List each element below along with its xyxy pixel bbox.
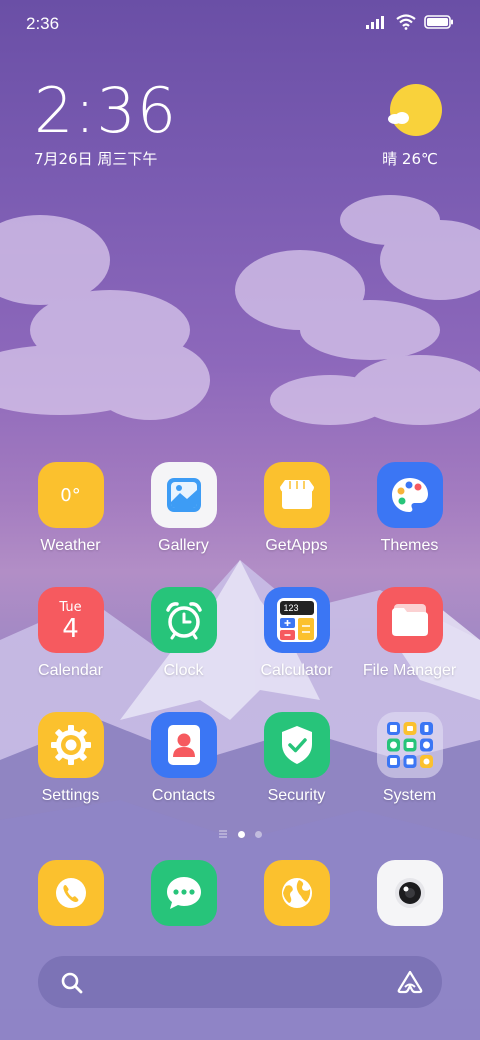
app-calendar[interactable]: Tue 4 Calendar <box>14 587 127 680</box>
app-label: Calendar <box>38 662 103 679</box>
globe-icon <box>263 860 330 926</box>
gear-icon <box>37 712 104 778</box>
status-icons <box>366 14 454 30</box>
assistant-icon[interactable] <box>396 970 424 994</box>
app-label: GetApps <box>265 537 328 554</box>
signal-icon <box>366 16 384 29</box>
status-bar: 2:36 <box>0 0 480 50</box>
dock-browser[interactable] <box>240 860 353 926</box>
store-icon <box>263 462 330 528</box>
gallery-icon <box>150 462 217 528</box>
search-icon <box>61 972 83 994</box>
search-bar[interactable] <box>38 956 442 1008</box>
camera-icon <box>376 860 443 926</box>
app-getapps[interactable]: GetApps <box>240 462 353 555</box>
status-time: 2:36 <box>26 14 60 33</box>
app-drawer-icon <box>219 830 227 838</box>
wifi-icon <box>396 14 416 30</box>
shield-icon <box>263 712 330 778</box>
page-dot-active <box>238 830 245 838</box>
dock-phone[interactable] <box>14 860 127 926</box>
phone-icon <box>37 860 104 926</box>
folder-icon <box>376 587 443 653</box>
chat-bubble-icon <box>150 860 217 926</box>
app-label: Contacts <box>151 787 216 804</box>
folder-preview-icon <box>376 712 443 778</box>
app-label: Calculator <box>260 662 333 679</box>
calculator-icon: 123 <box>263 587 330 653</box>
app-label: Themes <box>380 537 439 554</box>
app-security[interactable]: Security <box>240 712 353 805</box>
app-label: Weather <box>40 537 101 554</box>
weather-widget[interactable]: 晴 26℃ <box>382 84 444 169</box>
app-label: Security <box>267 787 326 804</box>
calculator-display: 123 <box>279 601 314 615</box>
widget-date: 7月26日 周三下午 <box>34 150 158 168</box>
sunny-icon <box>388 84 442 136</box>
weather-app-icon: 0° <box>37 462 104 528</box>
app-label: Gallery <box>158 537 209 554</box>
app-label: System <box>382 787 437 804</box>
app-settings[interactable]: Settings <box>14 712 127 805</box>
calendar-date: 4 <box>62 613 79 644</box>
dock-camera[interactable] <box>353 860 466 926</box>
contact-card-icon <box>150 712 217 778</box>
app-label: Clock <box>163 662 204 679</box>
cloud-icon <box>388 112 409 124</box>
app-label: Settings <box>41 787 100 804</box>
app-file-manager[interactable]: File Manager <box>353 587 466 680</box>
app-contacts[interactable]: Contacts <box>127 712 240 805</box>
app-clock[interactable]: Clock <box>127 587 240 680</box>
app-system-folder[interactable]: System <box>353 712 466 805</box>
app-gallery[interactable]: Gallery <box>127 462 240 555</box>
calendar-icon: Tue 4 <box>37 587 104 653</box>
app-weather[interactable]: 0° Weather <box>14 462 127 555</box>
page-indicator[interactable] <box>0 830 480 838</box>
weather-summary: 晴 26℃ <box>382 150 438 168</box>
dock-messages[interactable] <box>127 860 240 926</box>
calendar-day: Tue <box>59 599 82 615</box>
weather-icon-temp: 0° <box>60 484 81 506</box>
battery-icon <box>424 15 453 29</box>
app-calculator[interactable]: 123 Calculator <box>240 587 353 680</box>
app-themes[interactable]: Themes <box>353 462 466 555</box>
app-label: File Manager <box>362 662 457 679</box>
clock-widget[interactable]: 2:36 7月26日 周三下午 <box>34 80 177 169</box>
palette-icon <box>376 462 443 528</box>
page-dot <box>255 830 262 838</box>
widget-time: 2:36 <box>34 74 178 147</box>
alarm-clock-icon <box>150 587 217 653</box>
